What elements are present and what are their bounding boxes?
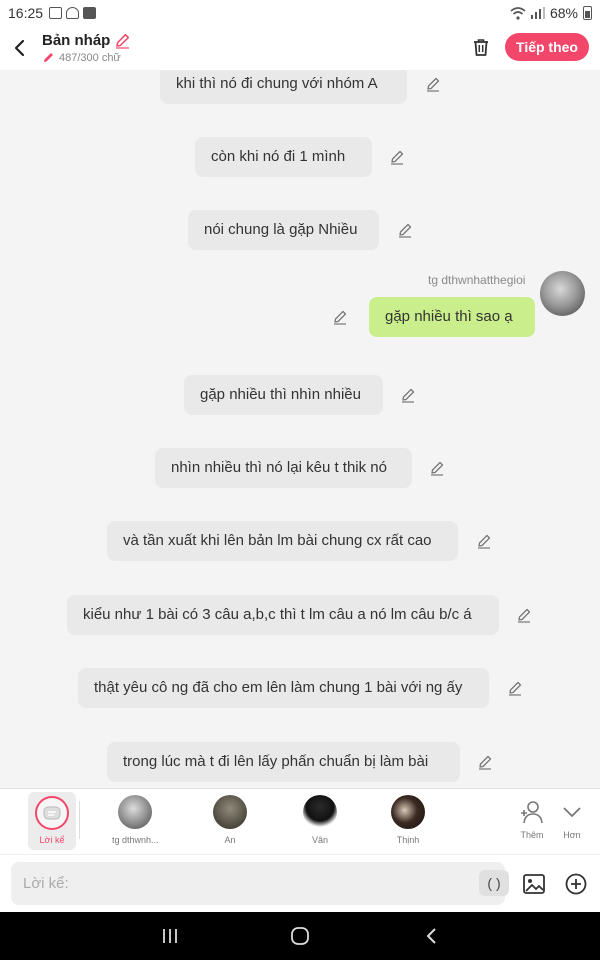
- back-nav-button[interactable]: [420, 924, 444, 948]
- character-item[interactable]: Vân: [303, 795, 337, 845]
- gallery-notification-icon: [49, 7, 63, 19]
- plus-circle-icon[interactable]: [564, 872, 588, 896]
- message-bubble-self[interactable]: gặp nhiều thì sao ạ: [369, 297, 535, 337]
- page-title: Bản nháp: [42, 32, 111, 49]
- home-button[interactable]: [288, 924, 312, 948]
- narration-selector[interactable]: Lời kể: [28, 792, 76, 850]
- narration-label: Lời kể: [39, 835, 65, 845]
- system-nav-bar: [0, 912, 600, 960]
- back-nav-icon: [427, 928, 436, 944]
- message-text: gặp nhiều thì nhìn nhiều: [200, 386, 361, 403]
- add-character-label: Thêm: [520, 830, 544, 840]
- divider: [79, 801, 80, 839]
- message-text: khi thì nó đi chung với nhóm A: [176, 75, 378, 92]
- back-button[interactable]: [0, 28, 40, 68]
- image-icon[interactable]: [522, 872, 546, 896]
- message-bubble[interactable]: nói chung là gặp Nhiều: [188, 210, 379, 250]
- message-text: nhìn nhiều thì nó lại kêu t thik nó: [171, 459, 387, 476]
- edit-message-icon[interactable]: [506, 679, 524, 697]
- recent-apps-icon: [163, 929, 177, 943]
- message-text: thật yêu cô ng đã cho em lên làm chung 1…: [94, 679, 463, 696]
- character-item[interactable]: An: [213, 795, 247, 845]
- character-name: Thịnh: [396, 835, 420, 845]
- next-button[interactable]: Tiếp theo: [505, 33, 589, 61]
- chevron-down-icon: [563, 807, 581, 817]
- more-label: Hơn: [563, 830, 581, 840]
- avatar: [303, 795, 337, 829]
- more-button[interactable]: Hơn: [561, 799, 583, 840]
- parentheses-button[interactable]: ( ): [479, 870, 509, 896]
- message-bubble[interactable]: và tần xuất khi lên bản lm bài chung cx …: [107, 521, 458, 561]
- input-bar: ( ): [0, 854, 600, 912]
- message-text: trong lúc mà t đi lên lấy phấn chuẩn bị …: [123, 753, 429, 770]
- weather-notification-icon: [66, 7, 80, 19]
- character-name: Vân: [311, 835, 328, 845]
- chevron-left-icon: [14, 39, 25, 57]
- header: Bản nháp 487/300 chữ Tiếp theo: [0, 26, 600, 70]
- message-text: kiểu như 1 bài có 3 câu a,b,c thì t lm c…: [83, 606, 472, 623]
- message-input[interactable]: [23, 862, 463, 905]
- delete-button[interactable]: [468, 34, 494, 60]
- sender-avatar[interactable]: [540, 271, 585, 316]
- message-bubble[interactable]: kiểu như 1 bài có 3 câu a,b,c thì t lm c…: [67, 595, 499, 635]
- home-icon: [291, 927, 309, 945]
- edit-message-icon[interactable]: [331, 308, 349, 326]
- message-input-box[interactable]: ( ): [11, 862, 509, 905]
- character-bar: Lời kể tg dthwnh... An Vân Thịnh Thêm Hơ…: [0, 788, 600, 854]
- message-text: gặp nhiều thì sao ạ: [385, 308, 513, 325]
- signal-icon: [530, 7, 545, 19]
- battery-icon: [583, 6, 592, 20]
- edit-message-icon[interactable]: [476, 753, 494, 771]
- message-text: còn khi nó đi 1 mình: [211, 148, 346, 165]
- avatar: [213, 795, 247, 829]
- message-bubble[interactable]: gặp nhiều thì nhìn nhiều: [184, 375, 383, 415]
- word-count: 487/300 chữ: [59, 51, 121, 64]
- character-item[interactable]: Thịnh: [391, 795, 425, 845]
- edit-message-icon[interactable]: [399, 386, 417, 404]
- edit-title-icon[interactable]: [114, 32, 131, 49]
- add-user-icon: [521, 801, 543, 824]
- character-name: An: [224, 835, 236, 845]
- recent-apps-button[interactable]: [158, 924, 182, 948]
- sender-name: tg dthwnhatthegioi: [428, 273, 526, 287]
- add-character-button[interactable]: Thêm: [519, 799, 545, 840]
- draft-title-block: Bản nháp 487/300 chữ: [42, 32, 131, 64]
- character-item[interactable]: tg dthwnh...: [112, 795, 159, 845]
- edit-message-icon[interactable]: [475, 532, 493, 550]
- message-bubble[interactable]: còn khi nó đi 1 mình: [195, 137, 372, 177]
- narration-icon: [35, 796, 69, 830]
- message-bubble[interactable]: khi thì nó đi chung với nhóm A: [160, 70, 407, 104]
- battery-percent: 68%: [549, 5, 578, 21]
- message-bubble[interactable]: thật yêu cô ng đã cho em lên làm chung 1…: [78, 668, 489, 708]
- message-text: và tần xuất khi lên bản lm bài chung cx …: [123, 532, 432, 549]
- chat-area[interactable]: khi thì nó đi chung với nhóm A còn khi n…: [0, 70, 600, 788]
- message-bubble[interactable]: nhìn nhiều thì nó lại kêu t thik nó: [155, 448, 412, 488]
- edit-message-icon[interactable]: [428, 459, 446, 477]
- status-bar: 16:25 68%: [0, 0, 600, 26]
- edit-message-icon[interactable]: [396, 221, 414, 239]
- wifi-icon: [510, 6, 526, 20]
- status-time: 16:25: [8, 5, 44, 21]
- avatar: [118, 795, 153, 829]
- edit-message-icon[interactable]: [424, 75, 442, 93]
- youtube-notification-icon: [83, 7, 97, 19]
- trash-icon: [474, 39, 488, 56]
- message-bubble[interactable]: trong lúc mà t đi lên lấy phấn chuẩn bị …: [107, 742, 460, 782]
- edit-message-icon[interactable]: [388, 148, 406, 166]
- message-text: nói chung là gặp Nhiều: [204, 221, 358, 238]
- pencil-icon: [44, 53, 53, 62]
- character-name: tg dthwnh...: [112, 835, 159, 845]
- avatar: [391, 795, 425, 829]
- edit-message-icon[interactable]: [515, 606, 533, 624]
